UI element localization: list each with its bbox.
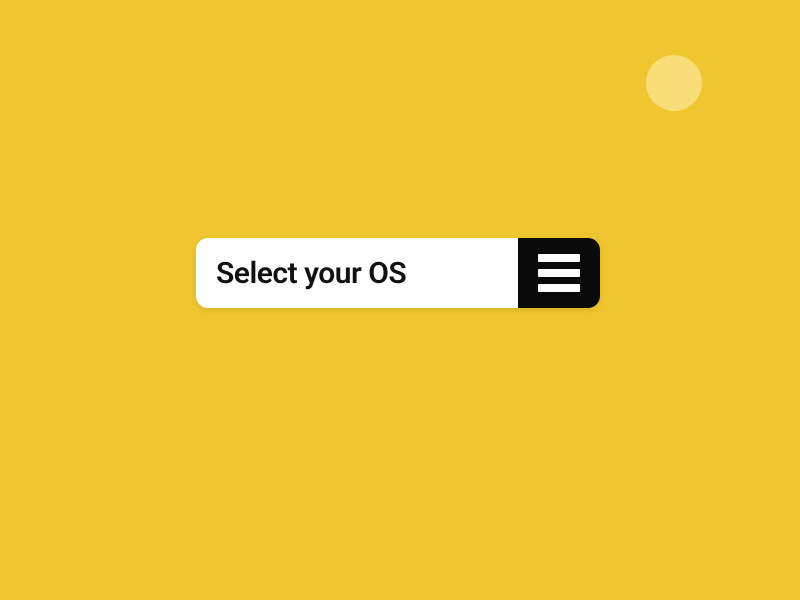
dropdown-toggle-button[interactable] xyxy=(518,238,600,308)
dropdown-label: Select your OS xyxy=(216,256,406,291)
hamburger-line xyxy=(538,254,580,262)
hamburger-line xyxy=(538,284,580,292)
decorative-circle xyxy=(646,55,702,111)
dropdown-label-area: Select your OS xyxy=(196,238,518,308)
os-dropdown[interactable]: Select your OS xyxy=(196,238,600,308)
hamburger-icon xyxy=(538,254,580,292)
hamburger-line xyxy=(538,269,580,277)
